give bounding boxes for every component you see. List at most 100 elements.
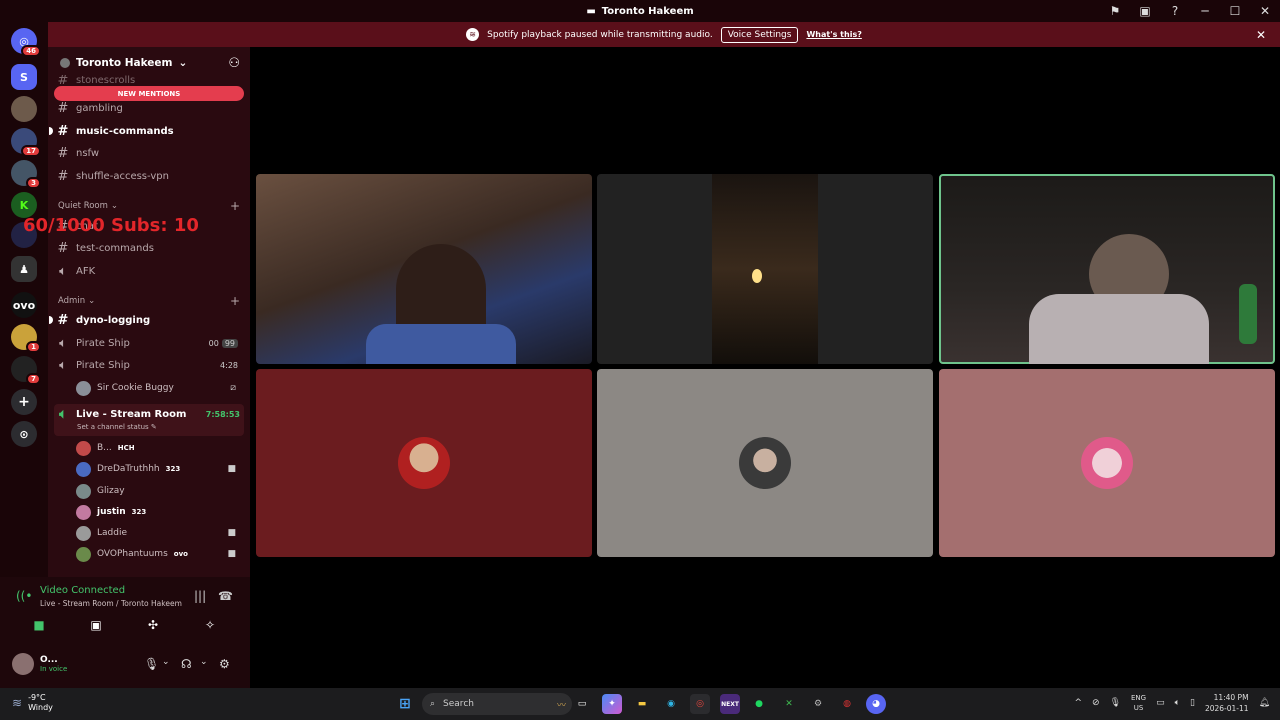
voice-channel-afk[interactable]: 🔈︎ AFK <box>56 261 244 281</box>
voice-member[interactable]: B... HCH <box>76 438 242 458</box>
chrome-icon[interactable]: ◎ <box>690 694 710 714</box>
start-button[interactable]: ⊞ <box>395 694 415 714</box>
mic-icon[interactable]: 🎙︎ <box>1110 698 1121 708</box>
subs-overlay: 60/1000 Subs: 10 <box>23 215 199 236</box>
minimize-button[interactable]: ─ <box>1190 4 1220 18</box>
voice-member[interactable]: Sir Cookie Buggy ⧄ <box>76 378 242 398</box>
server-icon[interactable]: ovo <box>11 292 37 318</box>
discover-icon[interactable]: ⊙ <box>11 421 37 447</box>
server-icon[interactable]: 1 <box>11 324 41 353</box>
search-icon: ⌕ <box>430 699 436 709</box>
voice-settings-button[interactable]: Voice Settings <box>720 26 799 43</box>
camera-button[interactable]: ■ <box>14 615 64 635</box>
disconnect-icon[interactable]: ☎ <box>218 589 233 603</box>
add-server-icon[interactable]: + <box>11 389 37 415</box>
app-icon[interactable]: NEXT <box>720 694 740 714</box>
spotify-icon[interactable]: ● <box>749 694 769 714</box>
file-explorer-icon[interactable]: ▬ <box>632 694 652 714</box>
hash-icon: # <box>57 100 69 116</box>
mic-icon[interactable]: 🎙︎ <box>144 657 159 671</box>
voice-channel-pirate-ship[interactable]: 🔈︎ Pirate Ship 00 99 <box>56 333 244 353</box>
help-icon[interactable]: ? <box>1160 4 1190 18</box>
video-tile[interactable] <box>939 369 1275 557</box>
edge-icon[interactable]: ◉ <box>661 694 681 714</box>
server-icon[interactable]: 17 <box>11 128 41 157</box>
channel-status[interactable]: Set a channel status ✎ <box>77 423 157 431</box>
video-tile[interactable] <box>597 174 933 364</box>
soundboard-button[interactable]: ✧ <box>185 615 235 635</box>
headphones-icon[interactable]: ☊ <box>181 657 192 671</box>
add-channel-icon[interactable]: + <box>230 294 240 308</box>
channel-item-nsfw[interactable]: # nsfw <box>56 143 244 163</box>
maximize-button[interactable]: ☐ <box>1220 4 1250 18</box>
username: O... <box>40 655 58 665</box>
voice-member[interactable]: Laddie ■ <box>76 523 242 543</box>
voice-channel-live-stream-room[interactable]: 🔈︎ Live - Stream Room 7:58:53 Set a chan… <box>54 404 244 436</box>
activities-button[interactable]: ✣ <box>128 615 178 635</box>
channel-item[interactable]: # stonescrolls <box>56 75 244 85</box>
settings-icon[interactable]: ⚙ <box>808 694 828 714</box>
video-tile[interactable] <box>939 174 1275 364</box>
close-window-button[interactable]: ✕ <box>1250 4 1280 18</box>
channel-item-gambling[interactable]: # gambling <box>56 98 244 118</box>
whats-this-link[interactable]: What's this? <box>806 30 861 39</box>
channel-item-test-commands[interactable]: # test-commands <box>56 238 244 258</box>
video-tile[interactable] <box>597 369 933 557</box>
gear-icon[interactable]: ⚙ <box>219 657 230 671</box>
category-quiet-room[interactable]: Quiet Room ⌄ + <box>58 199 244 213</box>
server-icon[interactable] <box>11 96 37 122</box>
video-tile[interactable] <box>256 174 592 364</box>
server-icon[interactable]: 7 <box>11 356 41 385</box>
server-badge-icon <box>60 58 70 68</box>
server-icon[interactable]: S <box>11 64 37 90</box>
copilot-icon[interactable]: ✦ <box>602 694 622 714</box>
home-button[interactable]: ◎ 46 <box>11 28 41 57</box>
network-off-icon[interactable]: ⊘ <box>1092 698 1100 708</box>
language-indicator[interactable]: ENG US <box>1131 693 1146 713</box>
volume-icon[interactable]: 🔈︎ <box>1175 698 1180 708</box>
window-icon[interactable]: ▣ <box>1130 4 1160 18</box>
voice-member[interactable]: Glizay <box>76 481 242 501</box>
discord-logo-icon: ▬ <box>586 5 596 17</box>
bottle-shape <box>1239 284 1257 344</box>
channel-item-music-commands[interactable]: # music-commands <box>49 121 244 141</box>
add-member-icon[interactable]: ⚇ <box>228 56 240 71</box>
avatar <box>76 380 91 396</box>
inbox-icon[interactable]: ⚑ <box>1100 4 1130 18</box>
server-icon[interactable]: 3 <box>11 160 41 189</box>
speaker-icon: 🔈︎ <box>59 406 67 422</box>
display-icon[interactable]: ▭ <box>1156 698 1165 708</box>
share-screen-button[interactable]: ▣ <box>71 615 121 635</box>
weather-widget[interactable]: ≋ -9°C Windy <box>12 693 53 713</box>
taskbar-search[interactable]: ⌕ Search 〰 <box>422 693 572 715</box>
window-title: ▬ Toronto Hakeem <box>586 5 694 17</box>
channel-item-shuffle-access-vpn[interactable]: # shuffle-access-vpn <box>56 166 244 186</box>
battery-icon[interactable]: ▯ <box>1190 698 1195 708</box>
app-icon[interactable]: ◍ <box>837 694 857 714</box>
close-banner-icon[interactable]: ✕ <box>1256 28 1266 42</box>
server-icon[interactable]: ♟ <box>11 256 37 282</box>
add-channel-icon[interactable]: + <box>230 199 240 213</box>
voice-channel-pirate-ship[interactable]: 🔈︎ Pirate Ship 4:28 <box>56 355 244 375</box>
video-tile[interactable] <box>256 369 592 557</box>
video-feed <box>712 174 818 364</box>
avatar <box>1081 437 1133 489</box>
voice-member[interactable]: justin 323 <box>76 502 242 522</box>
voice-member[interactable]: OVOPhantuums ovo ■ <box>76 544 242 564</box>
chevron-up-icon[interactable]: ^ <box>1074 698 1082 708</box>
xbox-icon[interactable]: ✕ <box>779 694 799 714</box>
voice-member[interactable]: DreDaTruthhh 323 ■ <box>76 459 242 479</box>
task-view-icon[interactable]: ▭ <box>572 694 592 714</box>
voice-location[interactable]: Live - Stream Room / Toronto Hakeem <box>40 599 182 608</box>
category-admin[interactable]: Admin ⌄ + <box>58 294 244 308</box>
user-limit-badge: 00 99 <box>209 338 238 348</box>
clock[interactable]: 11:40 PM 2026-01-11 <box>1205 692 1249 714</box>
chevron-down-icon[interactable]: ⌄ <box>200 657 208 667</box>
channel-item-dyno-logging[interactable]: # dyno-logging <box>49 310 244 330</box>
discord-taskbar-icon[interactable]: ◕ <box>866 694 886 714</box>
signal-icon[interactable]: ((• <box>16 589 32 603</box>
chevron-down-icon[interactable]: ⌄ <box>162 657 170 667</box>
notification-icon[interactable]: 🔔︎ <box>1259 698 1270 708</box>
muted-icon: ⧄ <box>230 383 236 393</box>
soundboard-icon[interactable]: ||| <box>194 589 206 603</box>
